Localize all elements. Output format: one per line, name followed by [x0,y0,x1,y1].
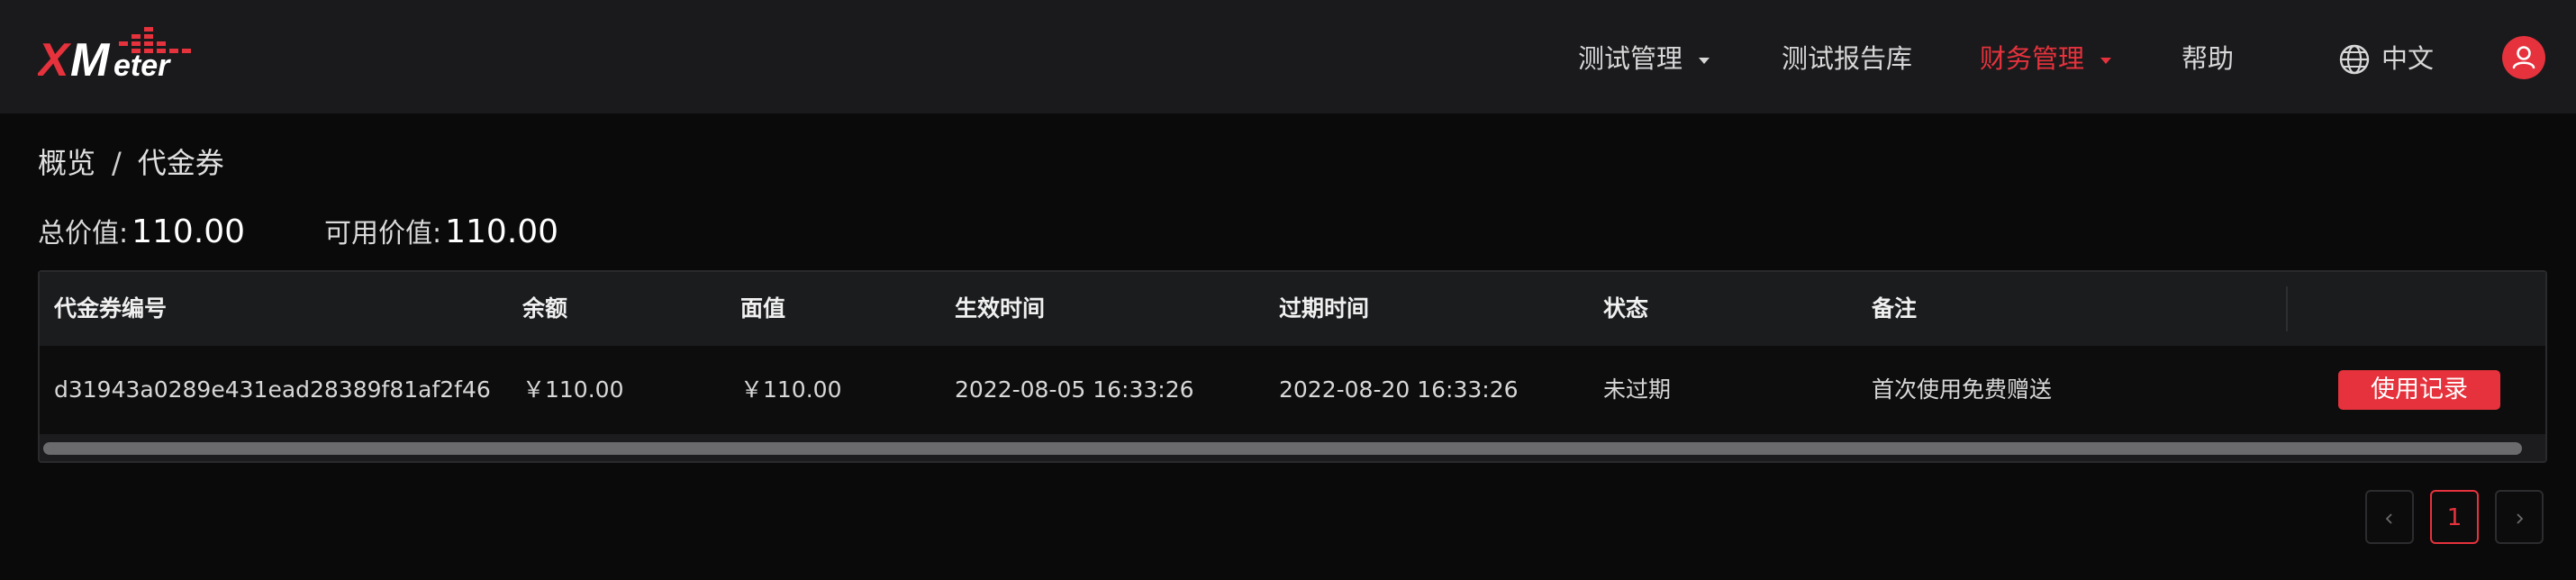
cell-remark: 首次使用免费赠送 [1872,376,2053,403]
nav-label: 测试管理 [1578,43,1683,74]
total-value-label: 总价值: [38,218,129,249]
svg-text:eter: eter [113,49,171,83]
breadcrumb-voucher: 代金券 [137,146,224,180]
breadcrumb-overview[interactable]: 概览 [38,146,95,180]
svg-text:X: X [38,34,72,85]
table-row: d31943a0289e431ead28389f81af2f46 ￥110.00… [40,346,2545,434]
available-value-label: 可用价值: [324,218,442,249]
column-header-status: 状态 [1603,295,1649,322]
avatar[interactable] [2502,36,2545,79]
nav-label: 测试报告库 [1782,43,1913,74]
cell-status: 未过期 [1603,376,1672,403]
nav-test-management[interactable]: 测试管理 [1578,36,1710,81]
column-divider [2286,286,2288,331]
cell-face-value: ￥110.00 [740,376,842,403]
svg-text:M: M [70,34,111,85]
column-header-effective-time: 生效时间 [955,295,1046,322]
nav-test-report-library[interactable]: 测试报告库 [1782,36,1912,81]
globe-icon [2339,44,2370,75]
column-header-balance: 余额 [522,295,568,322]
available-value: 110.00 [445,213,559,250]
cell-expire-time: 2022-08-20 16:33:26 [1279,376,1519,403]
usage-record-button[interactable]: 使用记录 [2338,370,2500,410]
total-value: 110.00 [132,213,246,250]
breadcrumb-separator: / [112,146,122,180]
nav-help[interactable]: 帮助 [2181,36,2234,81]
user-icon [2512,46,2535,69]
nav-label: 财务管理 [1980,43,2085,74]
nav-label: 帮助 [2181,43,2235,74]
available-value-summary: 可用价值: 110.00 [324,211,558,250]
nav-finance-management[interactable]: 财务管理 [1980,36,2112,81]
caret-down-icon [2100,57,2112,64]
top-navbar: X M eter 测试管理 测试报告库 财务管理 帮助 中文 [0,0,2576,113]
voucher-table: 代金券编号 余额 面值 生效时间 过期时间 状态 备注 d31943a0289e… [38,270,2547,463]
cell-balance: ￥110.00 [522,376,624,403]
column-header-remark: 备注 [1872,295,1918,322]
table-header: 代金券编号 余额 面值 生效时间 过期时间 状态 备注 [40,272,2545,346]
chevron-left-icon [2385,513,2392,524]
column-header-face-value: 面值 [740,295,786,322]
horizontal-scrollbar[interactable] [40,434,2545,461]
total-value-summary: 总价值: 110.00 [38,211,245,250]
language-label: 中文 [2381,43,2435,74]
xmeter-logo[interactable]: X M eter [38,25,200,85]
language-switch[interactable]: 中文 [2338,36,2434,81]
column-header-voucher-id: 代金券编号 [54,295,168,322]
column-header-expire-time: 过期时间 [1279,295,1370,322]
pagination-prev-button[interactable] [2365,490,2414,544]
pagination-page-1[interactable]: 1 [2430,490,2479,544]
pagination-next-button[interactable] [2495,490,2544,544]
scrollbar-thumb[interactable] [43,442,2522,455]
cell-voucher-id: d31943a0289e431ead28389f81af2f46 [54,376,491,403]
breadcrumb: 概览 / 代金券 [38,140,224,182]
cell-effective-time: 2022-08-05 16:33:26 [955,376,1194,403]
caret-down-icon [1699,57,1710,64]
chevron-right-icon [2517,513,2524,524]
